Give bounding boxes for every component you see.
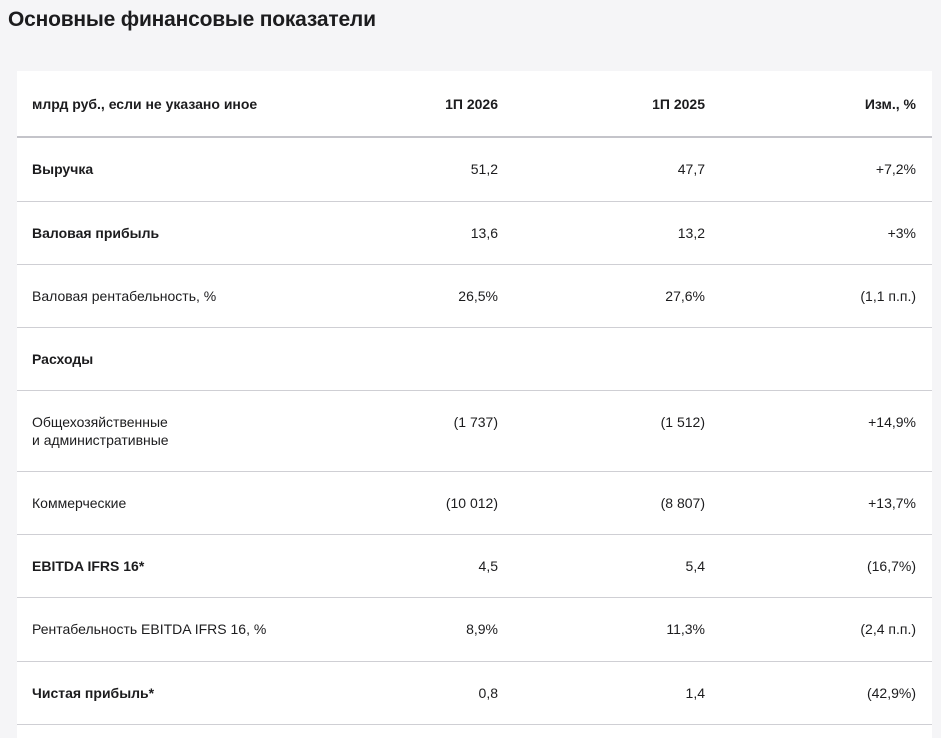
row-label: Расходы — [32, 351, 94, 367]
value-change: (42,9%) — [866, 685, 916, 701]
value-change: +3% — [887, 225, 916, 241]
header-units: млрд руб., если не указано иное — [32, 96, 258, 112]
value-change: (1,1 п.п.) — [860, 288, 916, 304]
page-title: Основные финансовые показатели — [8, 8, 376, 31]
value-2025: 11,3% — [666, 621, 705, 637]
header-1h-2025: 1П 2025 — [652, 96, 705, 112]
row-label: EBITDA IFRS 16* — [32, 558, 145, 574]
row-label: Выручка — [32, 161, 94, 177]
table-header-row: млрд руб., если не указано иное 1П 2026 … — [17, 71, 932, 138]
value-2025: (1 512) — [660, 414, 705, 430]
value-2025: 5,4 — [685, 558, 705, 574]
value-2026: 13,6 — [470, 225, 498, 241]
row-label: Чистая прибыль* — [32, 685, 155, 701]
table-row-expenses: Расходы — [17, 328, 932, 391]
row-label: Коммерческие — [32, 495, 127, 511]
table-row-gross-margin: Валовая рентабельность, % 26,5% 27,6% (1… — [17, 265, 932, 328]
header-1h-2026: 1П 2026 — [445, 96, 498, 112]
value-2025: (8 807) — [660, 495, 705, 511]
value-2026: (10 012) — [445, 495, 498, 511]
value-change: (2,4 п.п.) — [860, 621, 916, 637]
value-change: (16,7%) — [866, 558, 916, 574]
value-2025: 1,4 — [685, 685, 705, 701]
row-label: Рентабельность EBITDA IFRS 16, % — [32, 621, 267, 637]
table-row-gross-profit: Валовая прибыль 13,6 13,2 +3% — [17, 202, 932, 265]
financial-table: млрд руб., если не указано иное 1П 2026 … — [17, 71, 932, 738]
table-row-ebitda-margin: Рентабельность EBITDA IFRS 16, % 8,9% 11… — [17, 598, 932, 662]
value-change: +7,2% — [875, 161, 916, 177]
value-2026: (1 737) — [453, 414, 498, 430]
value-2025: 27,6% — [665, 288, 705, 304]
table-row-net-profit: Чистая прибыль* 0,8 1,4 (42,9%) — [17, 662, 932, 725]
value-change: +13,7% — [868, 495, 916, 511]
value-2026: 0,8 — [478, 685, 498, 701]
value-2025: 47,7 — [677, 161, 705, 177]
table-row-ebitda: EBITDA IFRS 16* 4,5 5,4 (16,7%) — [17, 535, 932, 598]
row-label-line2: и административные — [32, 432, 169, 448]
row-label: Валовая рентабельность, % — [32, 288, 217, 304]
value-2026: 51,2 — [470, 161, 498, 177]
row-label: Валовая прибыль — [32, 225, 160, 241]
value-2026: 26,5% — [458, 288, 498, 304]
table-row-commercial: Коммерческие (10 012) (8 807) +13,7% — [17, 472, 932, 535]
value-2026: 4,5 — [478, 558, 498, 574]
header-change: Изм., % — [864, 96, 916, 112]
table-row-revenue: Выручка 51,2 47,7 +7,2% — [17, 138, 932, 202]
value-2025: 13,2 — [677, 225, 705, 241]
value-change: +14,9% — [868, 414, 916, 430]
row-label-line1: Общехозяйственные — [32, 414, 168, 430]
value-2026: 8,9% — [466, 621, 498, 637]
table-row-g-and-a: Общехозяйственные и административные (1 … — [17, 391, 932, 472]
